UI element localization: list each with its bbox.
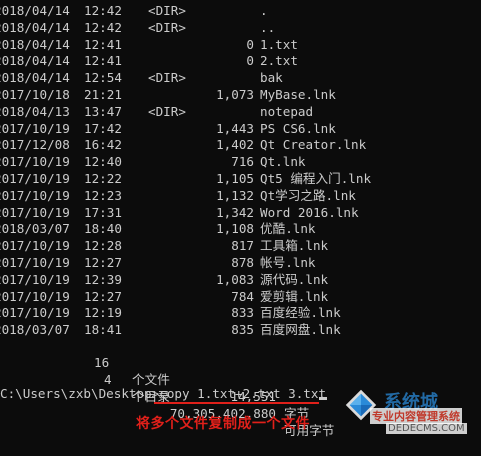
watermark: 系统城 专业内容管理系统 DEDECMS.COM (334, 386, 481, 443)
entry-name: bak (260, 70, 283, 86)
entry-name: . (260, 3, 268, 18)
entry-name: 源代码.lnk (260, 271, 329, 287)
entry-date: 2017/10/19 (0, 154, 70, 170)
entry-date: 2017/10/19 (0, 305, 70, 321)
entry-size: 1,108 (216, 221, 254, 237)
entry-size: 1,342 (216, 204, 254, 220)
entry-size: 1,402 (216, 137, 254, 153)
entry-time: 12:39 (84, 271, 122, 287)
entry-time: 12:40 (84, 154, 122, 170)
entry-time: 18:40 (84, 221, 122, 237)
entry-time: 12:27 (84, 288, 122, 304)
entry-size: 716 (231, 154, 254, 170)
entry-date: 2018/03/07 (0, 322, 70, 338)
entry-time: 12:42 (84, 19, 122, 35)
entry-size: 0 (246, 36, 254, 52)
entry-size: 878 (231, 255, 254, 270)
text-cursor (319, 397, 327, 400)
entry-name: notepad (260, 103, 314, 119)
summary-files: 16 个文件 14,551 字节 (0, 337, 309, 421)
entry-name: MyBase.lnk (260, 87, 336, 102)
command-prompt[interactable]: C:\Users\zxb\Desktop>copy 1.txt+2.txt 3.… (0, 385, 326, 402)
entry-date: 2018/04/14 (0, 19, 70, 35)
entry-name: 工具箱.lnk (260, 238, 329, 254)
console-window[interactable]: 2018/04/14 12:42 <DIR>. 2018/04/14 12:42 <DIR… (0, 0, 481, 443)
entry-date: 2018/04/14 (0, 70, 70, 86)
entry-date: 2017/12/08 (0, 137, 70, 153)
entry-size: 1,132 (216, 187, 254, 203)
entry-name: Qt Creator.lnk (260, 137, 367, 153)
entry-size: 835 (231, 322, 254, 338)
prompt-path: C:\Users\zxb\Desktop> (0, 386, 160, 401)
entry-dir-tag: <DIR> (148, 19, 186, 35)
entry-date: 2017/10/19 (0, 171, 70, 186)
entry-size: 784 (231, 288, 254, 304)
watermark-site: DEDECMS.COM (386, 423, 467, 434)
entry-name: 爱剪辑.lnk (260, 288, 329, 304)
entry-date: 2017/10/19 (0, 238, 70, 254)
entry-name: 2.txt (260, 53, 298, 69)
entry-name: Qt5 编程入门.lnk (260, 171, 372, 186)
command-input[interactable]: copy 1.txt+2.txt 3.txt (159, 386, 326, 401)
entry-time: 12:22 (84, 171, 122, 186)
entry-name: PS CS6.lnk (260, 120, 336, 136)
entry-date: 2017/10/19 (0, 187, 70, 203)
entry-date: 2018/03/07 (0, 221, 70, 237)
entry-name: Qt.lnk (260, 154, 306, 170)
entry-time: 12:23 (84, 187, 122, 203)
entry-name: 帐号.lnk (260, 255, 316, 270)
entry-date: 2018/04/13 (0, 103, 70, 119)
entry-name: Qt学习之路.lnk (260, 187, 356, 203)
entry-time: 18:41 (84, 322, 122, 338)
entry-time: 12:41 (84, 36, 122, 52)
entry-size: 817 (231, 238, 254, 254)
annotation-caption: 将多个文件复制成一个文件 (136, 416, 310, 432)
entry-name: 百度经验.lnk (260, 305, 341, 321)
entry-dir-tag: <DIR> (148, 70, 186, 86)
entry-size: 1,073 (216, 87, 254, 102)
entry-date: 2018/04/14 (0, 53, 70, 69)
entry-date: 2017/10/19 (0, 271, 70, 287)
entry-dir-tag: <DIR> (148, 3, 186, 18)
entry-time: 17:42 (84, 120, 122, 136)
watermark-tagline: 专业内容管理系统 (370, 408, 462, 424)
entry-time: 13:47 (84, 103, 122, 119)
entry-date: 2017/10/19 (0, 288, 70, 304)
entry-name: 1.txt (260, 36, 298, 52)
entry-date: 2017/10/19 (0, 204, 70, 220)
entry-date: 2018/04/14 (0, 36, 70, 52)
entry-time: 17:31 (84, 204, 122, 220)
entry-dir-tag: <DIR> (148, 103, 186, 119)
entry-time: 12:54 (84, 70, 122, 86)
entry-size: 1,443 (216, 120, 254, 136)
entry-time: 21:21 (84, 87, 122, 102)
entry-name: 优酷.lnk (260, 221, 316, 237)
entry-size: 0 (246, 53, 254, 69)
entry-size: 1,083 (216, 271, 254, 287)
entry-name: Word 2016.lnk (260, 204, 359, 220)
entry-date: 2017/10/19 (0, 120, 70, 136)
files-count: 16 (94, 355, 110, 370)
entry-time: 12:27 (84, 255, 122, 270)
entry-time: 12:28 (84, 238, 122, 254)
entry-time: 16:42 (84, 137, 122, 153)
entry-name: .. (260, 19, 276, 35)
entry-time: 12:41 (84, 53, 122, 69)
entry-date: 2018/04/14 (0, 3, 70, 18)
command-highlight-underline (154, 402, 319, 404)
entry-size: 833 (231, 305, 254, 321)
entry-date: 2017/10/18 (0, 87, 70, 102)
entry-date: 2017/10/19 (0, 255, 70, 270)
summary-dirs: 4 个目录 70,305,402,880 可用字节 (0, 354, 334, 438)
entry-time: 12:19 (84, 305, 122, 321)
entry-name: 百度网盘.lnk (260, 322, 341, 338)
entry-size: 1,105 (216, 171, 254, 186)
entry-time: 12:42 (84, 3, 122, 18)
